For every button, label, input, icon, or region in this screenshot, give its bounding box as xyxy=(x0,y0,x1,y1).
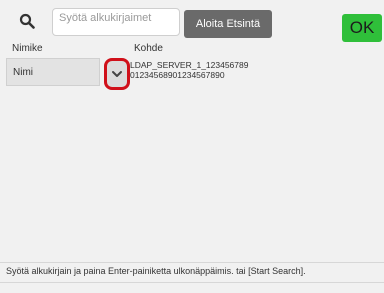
top-toolbar: Syötä alkukirjaimet Aloita Etsintä OK xyxy=(0,0,384,42)
ok-button[interactable]: OK xyxy=(342,14,382,42)
target-value: LDAP_SERVER_1_123456789 0123456890123456… xyxy=(130,60,248,80)
search-input[interactable]: Syötä alkukirjaimet xyxy=(52,8,180,36)
status-message: Syötä alkukirjain ja paina Enter-painike… xyxy=(6,266,306,276)
name-field[interactable]: Nimi xyxy=(6,58,100,86)
start-search-button[interactable]: Aloita Etsintä xyxy=(184,10,272,38)
target-line-1: LDAP_SERVER_1_123456789 xyxy=(130,60,249,70)
bottom-divider xyxy=(0,282,384,283)
target-dropdown-button[interactable] xyxy=(104,58,130,90)
column-header-target: Kohde xyxy=(134,43,163,54)
search-icon xyxy=(19,13,35,29)
status-divider xyxy=(0,262,384,263)
chevron-down-icon xyxy=(112,71,122,77)
search-button[interactable] xyxy=(10,6,44,36)
column-header-name: Nimike xyxy=(12,43,43,54)
target-line-2: 01234568901234567890 xyxy=(130,70,225,80)
